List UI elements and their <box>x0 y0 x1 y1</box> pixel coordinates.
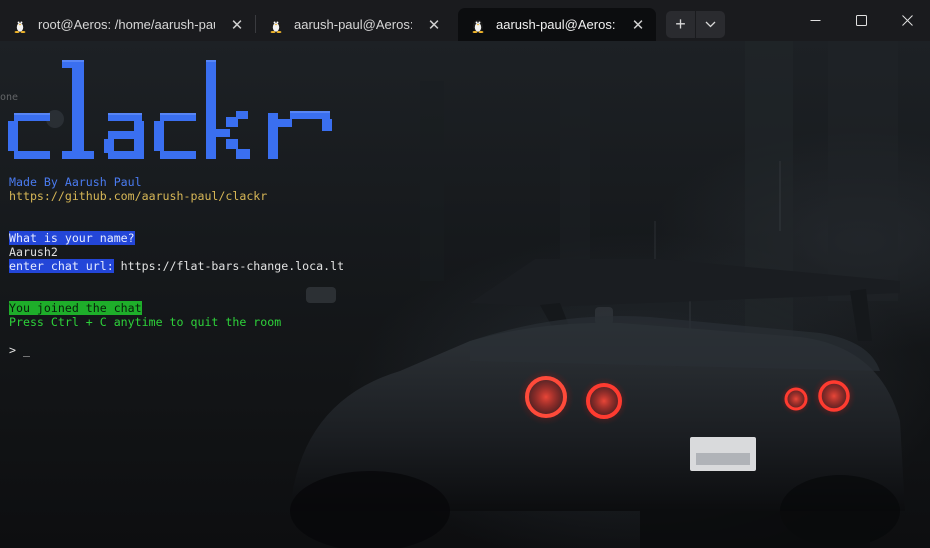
clackr-banner <box>8 60 332 159</box>
url-prompt-line: enter chat url: https://flat-bars-change… <box>9 259 344 273</box>
name-value: Aarush2 <box>9 245 58 259</box>
minimize-button[interactable] <box>792 0 838 41</box>
tab-title: root@Aeros: /home/aarush-paul <box>38 17 215 32</box>
tab-title: aarush-paul@Aeros: ~ <box>294 17 412 32</box>
title-bar: root@Aeros: /home/aarush-paul ✕ aarush-p… <box>0 0 930 41</box>
tab-close-icon[interactable]: ✕ <box>229 16 245 34</box>
maximize-button[interactable] <box>838 0 884 41</box>
chevron-down-icon <box>705 21 716 28</box>
clipped-text: one <box>0 92 19 103</box>
terminal-pane[interactable]: one Made By Aarush Paul https://github.c… <box>0 41 930 548</box>
tux-linux-icon <box>472 19 484 33</box>
tux-linux-icon <box>270 19 282 33</box>
terminal-output: one Made By Aarush Paul https://github.c… <box>0 41 344 357</box>
tab-title: aarush-paul@Aeros: ~ <box>496 17 616 32</box>
input-prompt-line[interactable]: > _ <box>9 343 30 357</box>
tab-aarush-2-active[interactable]: aarush-paul@Aeros: ~ ✕ <box>458 8 656 41</box>
new-tab-button[interactable]: + <box>666 11 695 38</box>
tux-linux-icon <box>14 19 26 33</box>
close-button[interactable] <box>884 0 930 41</box>
tab-dropdown-button[interactable] <box>696 11 725 38</box>
repo-url-line[interactable]: https://github.com/aarush-paul/clackr <box>9 189 267 203</box>
tab-close-icon[interactable]: ✕ <box>630 16 646 34</box>
window-controls <box>792 0 930 41</box>
name-prompt: What is your name? <box>9 231 135 245</box>
joined-message: You joined the chat <box>9 301 142 315</box>
maximize-icon <box>855 15 867 26</box>
name-prompt-line: What is your name? <box>9 231 135 245</box>
close-icon <box>901 15 913 26</box>
url-value: https://flat-bars-change.loca.lt <box>113 259 345 273</box>
url-prompt: enter chat url: <box>9 259 114 273</box>
new-tab-group: + <box>666 8 725 41</box>
quit-hint-line: Press Ctrl + C anytime to quit the room <box>9 315 282 329</box>
cursor: _ <box>22 343 30 357</box>
minimize-icon <box>810 20 820 21</box>
tab-aarush-1[interactable]: aarush-paul@Aeros: ~ ✕ <box>256 8 452 41</box>
joined-line: You joined the chat <box>9 301 142 315</box>
prompt-symbol: > <box>9 343 23 357</box>
made-by-line: Made By Aarush Paul <box>9 175 142 189</box>
tab-close-icon[interactable]: ✕ <box>426 16 442 34</box>
tab-root[interactable]: root@Aeros: /home/aarush-paul ✕ <box>0 8 255 41</box>
